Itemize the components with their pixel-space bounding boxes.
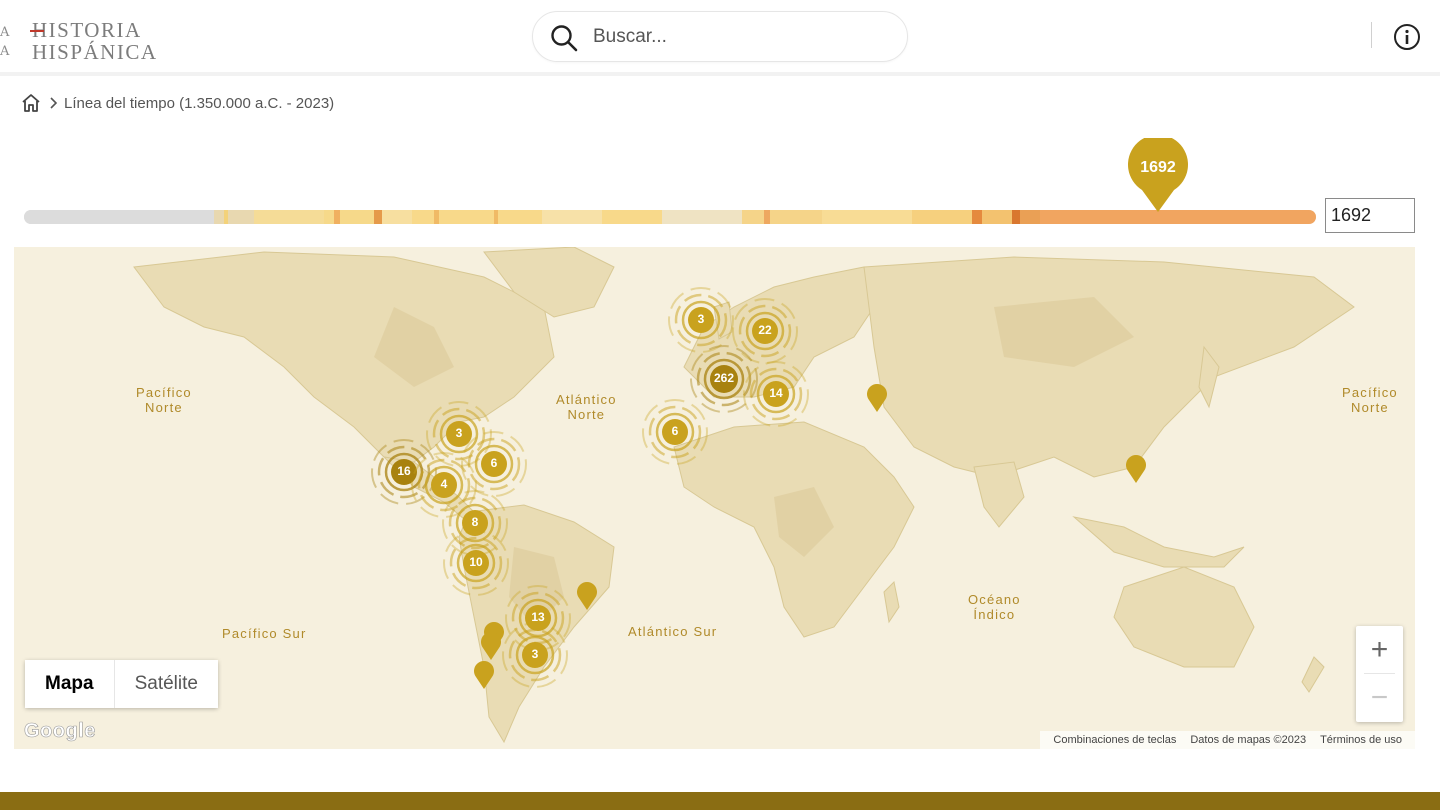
cluster-count: 3 [697, 312, 705, 326]
timeline-pin-year: 1692 [1140, 159, 1176, 176]
map-pin-icon[interactable] [866, 383, 888, 413]
zoom-in-button[interactable]: + [1356, 626, 1403, 673]
terms-of-use-link[interactable]: Términos de uso [1320, 734, 1402, 746]
map-pin-icon[interactable] [576, 581, 598, 611]
search-input[interactable] [593, 20, 883, 54]
logo-line-2: HISPÁNICA [32, 40, 158, 64]
timeline-density-bar [24, 210, 1316, 224]
map-cluster[interactable]: 14 [741, 359, 811, 429]
footer-bar [0, 792, 1440, 810]
cluster-count: 10 [469, 555, 483, 569]
ocean-label-indian: Océano Índico [968, 592, 1021, 622]
info-icon[interactable] [1393, 23, 1421, 51]
cluster-count: 6 [671, 424, 679, 438]
keyboard-shortcuts-link[interactable]: Combinaciones de teclas [1053, 734, 1176, 746]
map-pin-icon[interactable] [480, 631, 502, 661]
google-logo: Google [24, 720, 96, 743]
map-type-satellite-button[interactable]: Satélite [114, 660, 218, 708]
timeline-slider[interactable] [24, 210, 1316, 224]
map-cluster[interactable]: 3 [500, 620, 570, 690]
map-type-control: Mapa Satélite [25, 660, 218, 708]
ocean-label-pacific-south: Pacífico Sur [222, 626, 307, 641]
search-box[interactable] [532, 11, 908, 62]
ocean-label-pacific-north-east: Pacífico Norte [1342, 385, 1398, 415]
logo-edge-letter-2: A [0, 44, 10, 59]
map-pin-icon[interactable] [473, 660, 495, 690]
search-icon[interactable] [549, 23, 579, 53]
breadcrumb: Línea del tiempo (1.350.000 a.C. - 2023) [20, 92, 334, 114]
ocean-label-atlantic-north: Atlántico Norte [556, 392, 617, 422]
ocean-label-atlantic-south: Atlántico Sur [628, 624, 718, 639]
world-map[interactable]: Pacífico Norte Atlántico Norte Pacífico … [14, 247, 1415, 749]
map-cluster[interactable]: 10 [441, 528, 511, 598]
map-pin-icon[interactable] [1125, 454, 1147, 484]
header-divider [1371, 22, 1372, 48]
map-cluster[interactable]: 6 [640, 397, 710, 467]
map-attribution: Combinaciones de teclas Datos de mapas ©… [1040, 731, 1415, 749]
chevron-right-icon [50, 97, 58, 109]
cluster-count: 3 [531, 647, 539, 661]
map-data-credit: Datos de mapas ©2023 [1190, 734, 1307, 746]
breadcrumb-current: Línea del tiempo (1.350.000 a.C. - 2023) [64, 94, 335, 112]
site-header: A A HISTORIA HISPÁNICA [0, 0, 1440, 76]
logo-edge-letter-1: A [0, 25, 10, 40]
ocean-label-pacific-north-west: Pacífico Norte [136, 385, 192, 415]
zoom-control: + − [1356, 626, 1403, 722]
cluster-count: 22 [758, 323, 772, 337]
map-type-map-button[interactable]: Mapa [25, 660, 114, 708]
cluster-count: 8 [471, 515, 479, 529]
zoom-out-button[interactable]: − [1356, 674, 1403, 721]
cluster-count: 14 [769, 386, 783, 400]
year-input[interactable] [1325, 198, 1415, 233]
home-icon[interactable] [20, 92, 42, 114]
logo-red-mark [30, 30, 44, 32]
